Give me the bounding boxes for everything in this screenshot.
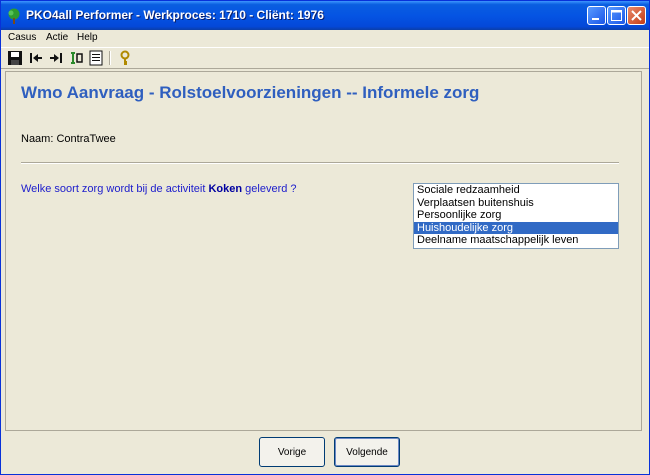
first-icon[interactable]	[28, 50, 44, 66]
menu-bar: Casus Actie Help	[1, 30, 649, 47]
toolbar-separator	[109, 51, 111, 65]
key-icon[interactable]	[117, 50, 133, 66]
list-icon[interactable]	[88, 50, 104, 66]
minimize-button[interactable]	[587, 6, 606, 25]
client-name-row: Naam: ContraTwee	[21, 133, 116, 145]
menu-actie[interactable]: Actie	[46, 32, 68, 43]
client-name-value: ContraTwee	[56, 133, 116, 145]
title-bar[interactable]: PKO4all Performer - Werkproces: 1710 - C…	[1, 1, 649, 30]
option-huishoudelijke-zorg[interactable]: Huishoudelijke zorg	[414, 221, 618, 234]
app-window: PKO4all Performer - Werkproces: 1710 - C…	[0, 0, 650, 475]
page-title: Wmo Aanvraag - Rolstoelvoorzieningen -- …	[21, 83, 480, 102]
option-sociale-redzaamheid[interactable]: Sociale redzaamheid	[414, 184, 618, 197]
menu-help[interactable]: Help	[77, 32, 98, 43]
question-activity: Koken	[208, 183, 243, 195]
option-deelname-maatschappelijk-leven[interactable]: Deelname maatschappelijk leven	[414, 234, 618, 247]
save-icon[interactable]	[7, 50, 23, 66]
close-button[interactable]	[627, 6, 646, 25]
previous-button[interactable]: Vorige	[259, 437, 325, 467]
option-persoonlijke-zorg[interactable]: Persoonlijke zorg	[414, 209, 618, 222]
menu-casus[interactable]: Casus	[8, 32, 36, 43]
maximize-icon	[611, 10, 622, 21]
close-icon	[631, 10, 642, 21]
tree-icon	[8, 8, 20, 24]
minimize-icon	[592, 18, 599, 20]
question-text: Welke soort zorg wordt bij de activiteit…	[21, 183, 297, 195]
option-verplaatsen-buitenshuis[interactable]: Verplaatsen buitenshuis	[414, 197, 618, 210]
question-suffix: geleverd ?	[242, 183, 297, 195]
window-title: PKO4all Performer - Werkproces: 1710 - C…	[26, 8, 324, 22]
care-type-listbox[interactable]: Sociale redzaamheid Verplaatsen buitensh…	[413, 183, 619, 249]
transfer-icon[interactable]	[68, 50, 84, 66]
content-panel: Wmo Aanvraag - Rolstoelvoorzieningen -- …	[5, 71, 642, 431]
last-icon[interactable]	[48, 50, 64, 66]
question-prefix: Welke soort zorg wordt bij de activiteit	[21, 183, 209, 195]
toolbar	[1, 47, 649, 69]
divider	[21, 162, 619, 164]
next-button[interactable]: Volgende	[334, 437, 400, 467]
client-name-label: Naam:	[21, 133, 54, 145]
maximize-button[interactable]	[607, 6, 626, 25]
